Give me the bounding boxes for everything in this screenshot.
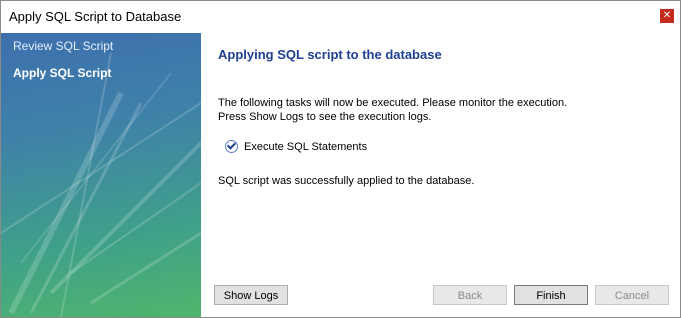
window-title: Apply SQL Script to Database (9, 9, 182, 24)
wizard-sidebar: Review SQL Script Apply SQL Script (1, 33, 201, 317)
back-button[interactable]: Back (433, 285, 507, 305)
description-line-1: The following tasks will now be executed… (218, 97, 568, 109)
cancel-button[interactable]: Cancel (595, 285, 669, 305)
close-icon[interactable]: ✕ (660, 9, 674, 23)
finish-button[interactable]: Finish (514, 285, 588, 305)
step-apply-sql-script: Apply SQL Script (13, 66, 112, 80)
show-logs-button[interactable]: Show Logs (214, 285, 288, 305)
task-label: Execute SQL Statements (244, 140, 368, 153)
result-message: SQL script was successfully applied to t… (218, 175, 475, 187)
description-line-2: Press Show Logs to see the execution log… (218, 111, 432, 123)
task-execute-sql-statements: Execute SQL Statements (225, 140, 367, 153)
title-bar: Apply SQL Script to Database ✕ (1, 1, 680, 33)
checkmark-icon (225, 140, 238, 153)
dialog-window: Apply SQL Script to Database ✕ Review SQ… (0, 0, 681, 318)
step-review-sql-script: Review SQL Script (13, 39, 114, 53)
page-heading: Applying SQL script to the database (218, 47, 442, 62)
wizard-content: Applying SQL script to the database The … (201, 33, 680, 317)
